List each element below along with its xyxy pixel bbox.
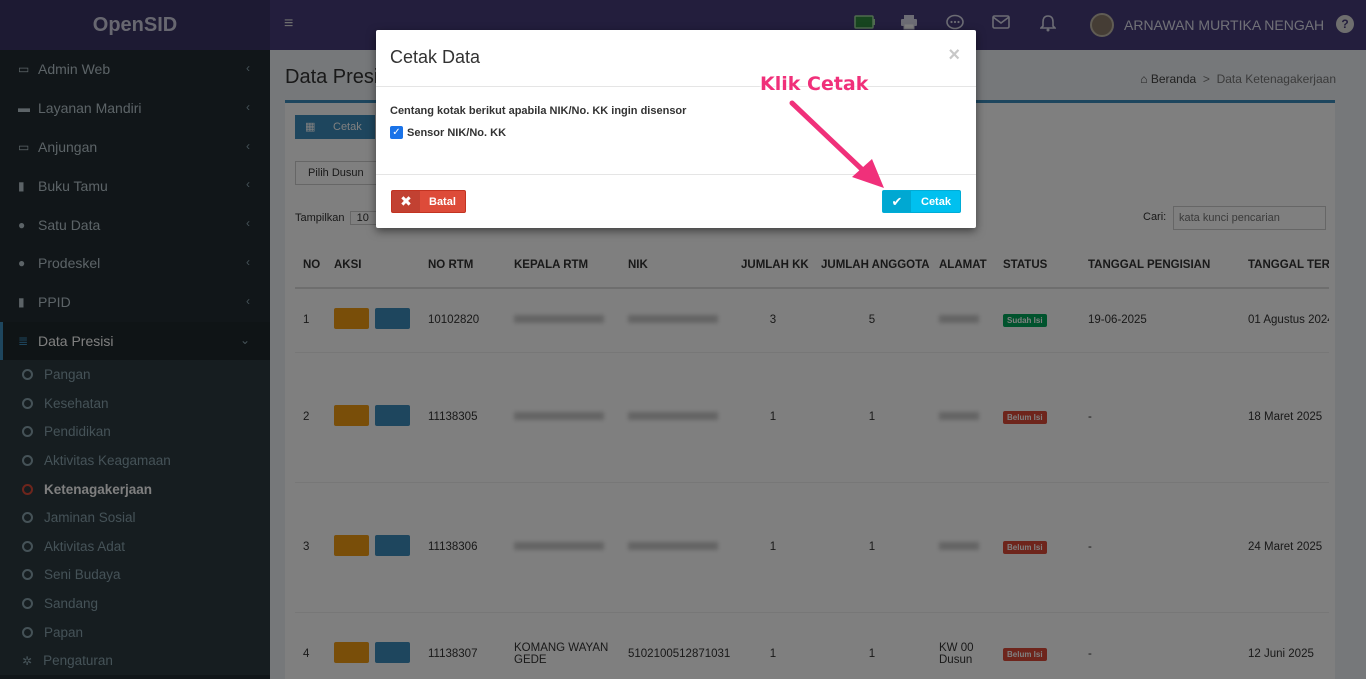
cancel-button[interactable]: ✖ Batal — [391, 190, 466, 213]
modal-title: Cetak Data — [390, 47, 481, 67]
censor-option[interactable]: ✓ Sensor NIK/No. KK — [390, 126, 506, 139]
censor-checkbox-label: Sensor NIK/No. KK — [407, 126, 507, 139]
confirm-print-button-label: Cetak — [921, 195, 951, 208]
modal-header: Cetak Data × — [376, 30, 976, 87]
cancel-button-label: Batal — [429, 195, 456, 208]
close-icon: ✖ — [392, 191, 420, 212]
annotation-text: Klik Cetak — [760, 73, 869, 95]
modal-instruction: Centang kotak berikut apabila NIK/No. KK… — [390, 105, 687, 117]
annotation-arrow-icon — [789, 100, 884, 188]
censor-checkbox[interactable]: ✓ — [390, 126, 403, 139]
close-icon[interactable]: × — [948, 44, 960, 67]
confirm-print-button[interactable]: ✔ Cetak — [882, 190, 961, 213]
